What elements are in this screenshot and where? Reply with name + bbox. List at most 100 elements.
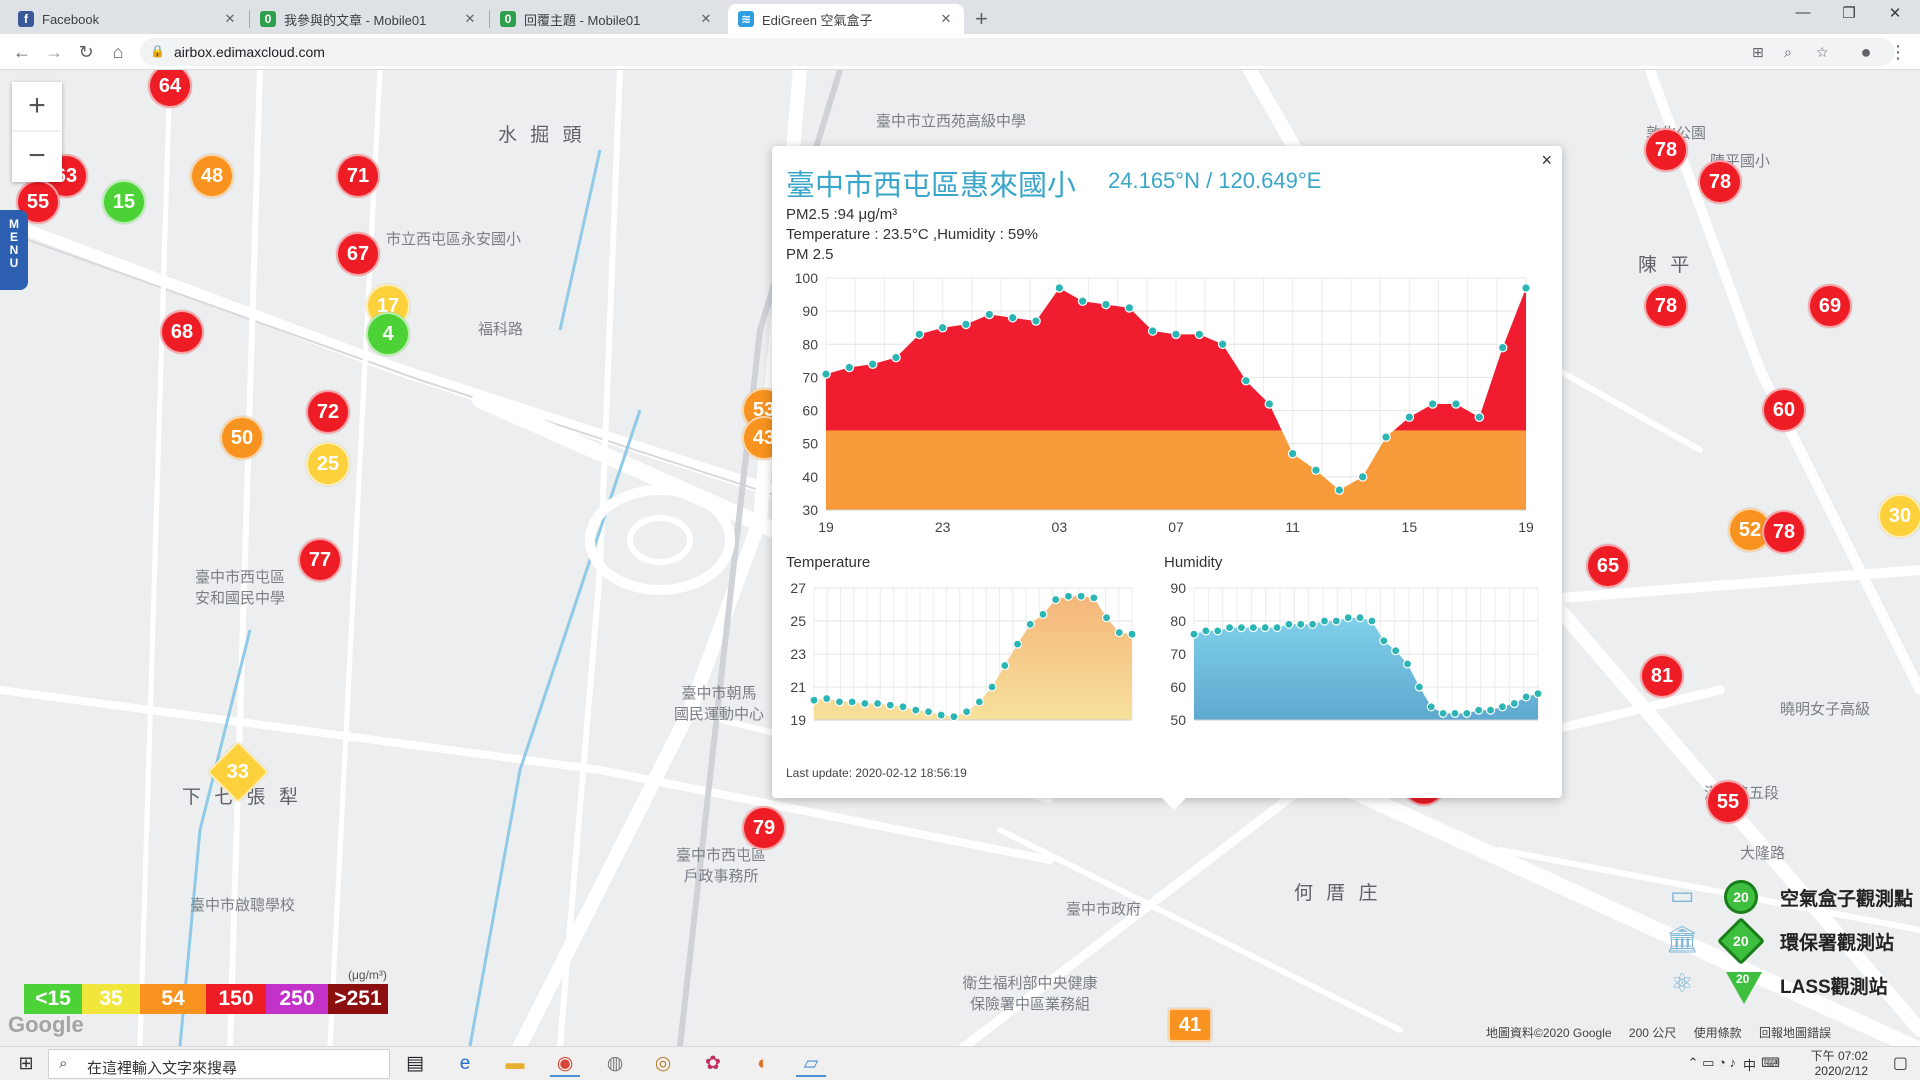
area-fill bbox=[1194, 617, 1538, 720]
app-icon[interactable]: ◍ bbox=[600, 1051, 630, 1077]
address-url[interactable]: airbox.edimaxcloud.com bbox=[174, 44, 325, 60]
station-badge-value: 20 bbox=[1736, 972, 1750, 986]
close-tab-icon[interactable]: ✕ bbox=[698, 11, 714, 27]
aqi-marker[interactable]: 48 bbox=[190, 154, 234, 198]
report-error-link[interactable]: 回報地圖錯誤 bbox=[1759, 1026, 1831, 1040]
aqi-marker[interactable]: 78 bbox=[1762, 510, 1806, 554]
aqi-marker[interactable]: 78 bbox=[1698, 160, 1742, 204]
station-popup: × 臺中市西屯區惠來國小 24.165°N / 120.649°E PM2.5 … bbox=[772, 146, 1562, 810]
app-icon[interactable]: ✿ bbox=[698, 1051, 728, 1077]
legend-segment: <15 bbox=[24, 984, 82, 1014]
data-point bbox=[1224, 623, 1235, 633]
tab-strip: f Facebook ✕ 0 我參與的文章 - Mobile01 ✕ 0 回覆主… bbox=[0, 0, 1920, 34]
restore-icon[interactable]: ❐ bbox=[1826, 4, 1872, 22]
zoom-out-button[interactable]: − bbox=[12, 132, 62, 182]
aqi-marker[interactable]: 50 bbox=[220, 416, 264, 460]
pm25-area-low bbox=[826, 430, 1526, 510]
data-point bbox=[974, 697, 984, 707]
popup-pointer bbox=[1160, 796, 1188, 810]
aqi-marker[interactable]: 30 bbox=[1878, 494, 1920, 538]
data-point bbox=[1485, 705, 1496, 715]
data-point bbox=[911, 705, 921, 715]
aqi-marker[interactable]: 25 bbox=[306, 442, 350, 486]
app-icon[interactable]: ◎ bbox=[648, 1051, 678, 1077]
map-data-credit: 地圖資料©2020 Google bbox=[1486, 1026, 1612, 1040]
task-view-icon[interactable]: ▤ bbox=[400, 1051, 430, 1077]
profile-icon[interactable]: ● bbox=[1854, 40, 1878, 64]
data-point bbox=[1404, 412, 1415, 422]
map-label: 大隆路 bbox=[1740, 845, 1786, 862]
aqi-marker[interactable]: 72 bbox=[306, 390, 350, 434]
address-bar[interactable]: 🔒 airbox.edimaxcloud.com ⊞ ⌕ ☆ bbox=[140, 38, 1895, 66]
aqi-marker[interactable]: 15 bbox=[102, 180, 146, 224]
minimize-icon[interactable]: — bbox=[1780, 4, 1826, 21]
tab-edigreen[interactable]: ≋ EdiGreen 空氣盒子 ✕ bbox=[728, 4, 964, 34]
map-label: 臺中市啟聰學校 bbox=[190, 897, 296, 914]
data-point bbox=[1391, 646, 1401, 656]
aqi-marker[interactable]: 68 bbox=[160, 310, 204, 354]
translate-icon[interactable]: ⊞ bbox=[1752, 44, 1764, 61]
zoom-in-button[interactable]: + bbox=[12, 82, 62, 132]
system-tray-icons[interactable]: ⌃ ▭ ◔ ♪ bbox=[1688, 1055, 1736, 1071]
aqi-marker[interactable]: 60 bbox=[1762, 388, 1806, 432]
aqi-marker[interactable]: 65 bbox=[1586, 544, 1630, 588]
zoom-icon[interactable]: ⌕ bbox=[1784, 44, 1792, 61]
legend-airbox-row: ▭ 20 空氣盒子觀測點 bbox=[1656, 878, 1920, 918]
map-label: 何 厝 庄 bbox=[1294, 883, 1382, 904]
map-label: 臺中市西屯區 安和國民中學 bbox=[194, 569, 285, 607]
file-explorer-icon[interactable]: ▬ bbox=[500, 1051, 530, 1077]
aqi-marker[interactable]: 69 bbox=[1808, 284, 1852, 328]
menu-dots-icon[interactable]: ⋮ bbox=[1886, 40, 1910, 64]
aqi-marker[interactable]: 78 bbox=[1644, 128, 1688, 172]
data-point bbox=[1343, 613, 1353, 623]
chrome-icon[interactable]: ◉ bbox=[550, 1051, 580, 1077]
data-point bbox=[847, 697, 857, 707]
y-tick-label: 80 bbox=[802, 336, 818, 352]
aqi-marker[interactable]: 4 bbox=[366, 312, 410, 356]
close-tab-icon[interactable]: ✕ bbox=[938, 11, 954, 27]
mobile01-icon: 0 bbox=[500, 11, 516, 27]
aqi-marker[interactable]: 77 bbox=[298, 538, 342, 582]
new-tab-button[interactable]: + bbox=[975, 6, 988, 32]
legend-unit: (μg/m³) bbox=[348, 968, 387, 982]
tab-mobile01-reply[interactable]: 0 回覆主題 - Mobile01 ✕ bbox=[490, 4, 724, 34]
forward-arrow-icon[interactable]: → bbox=[42, 40, 66, 64]
data-point bbox=[1451, 399, 1461, 409]
close-window-icon[interactable]: ✕ bbox=[1872, 4, 1918, 22]
aqi-marker[interactable]: 78 bbox=[1644, 284, 1688, 328]
map-scale: 200 公尺 bbox=[1628, 1026, 1677, 1040]
data-point bbox=[1077, 296, 1088, 306]
close-tab-icon[interactable]: ✕ bbox=[222, 11, 238, 27]
windows-start-icon[interactable]: ⊞ bbox=[8, 1053, 44, 1077]
menu-tab[interactable]: MENU bbox=[0, 210, 28, 290]
bookmark-star-icon[interactable]: ☆ bbox=[1816, 44, 1829, 61]
app-icon[interactable]: ▱ bbox=[796, 1051, 826, 1077]
ime-indicator[interactable]: 中 bbox=[1743, 1055, 1756, 1074]
aqi-marker[interactable]: 71 bbox=[336, 154, 380, 198]
aqi-marker[interactable]: 55 bbox=[1706, 780, 1750, 824]
reload-icon[interactable]: ↻ bbox=[74, 40, 98, 64]
home-icon[interactable]: ⌂ bbox=[106, 40, 130, 64]
edge-icon[interactable]: e bbox=[450, 1051, 480, 1077]
data-point bbox=[867, 359, 878, 369]
tab-facebook[interactable]: f Facebook ✕ bbox=[8, 4, 248, 34]
aqi-marker[interactable]: 81 bbox=[1640, 654, 1684, 698]
taskbar-search-box[interactable]: ⌕ 在這裡輸入文字來搜尋 bbox=[48, 1049, 390, 1079]
tab-mobile01-articles[interactable]: 0 我參與的文章 - Mobile01 ✕ bbox=[250, 4, 488, 34]
close-tab-icon[interactable]: ✕ bbox=[462, 11, 478, 27]
terms-link[interactable]: 使用條款 bbox=[1694, 1026, 1742, 1040]
back-arrow-icon[interactable]: ← bbox=[10, 40, 34, 64]
keyboard-icon[interactable]: ⌨ bbox=[1761, 1055, 1780, 1071]
lass-station-marker[interactable]: 41 bbox=[1168, 1008, 1212, 1042]
aqi-marker[interactable]: 67 bbox=[336, 232, 380, 276]
data-point bbox=[1308, 619, 1318, 629]
y-tick-label: 80 bbox=[1170, 613, 1186, 629]
legend-segment: 35 bbox=[82, 984, 140, 1014]
clock[interactable]: 下午 07:02 2020/2/12 bbox=[1811, 1049, 1868, 1079]
aqi-marker[interactable]: 79 bbox=[742, 806, 786, 850]
data-point bbox=[1264, 399, 1275, 409]
station-badge: 20 bbox=[1724, 880, 1758, 914]
data-point bbox=[821, 369, 831, 379]
notification-icon[interactable]: ▢ bbox=[1893, 1053, 1908, 1073]
app-icon[interactable]: ◐ bbox=[748, 1051, 778, 1077]
